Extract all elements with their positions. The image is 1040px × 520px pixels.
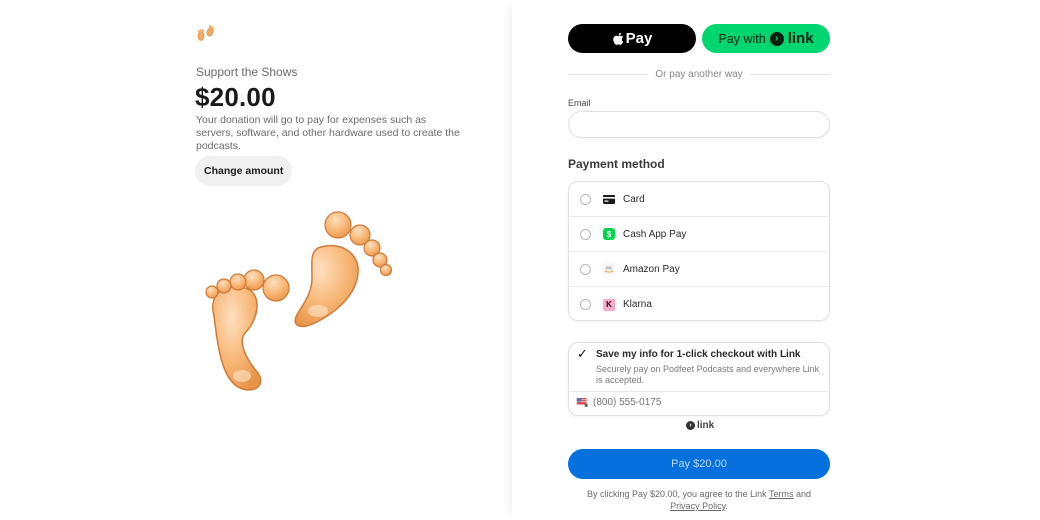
- radio-button[interactable]: [580, 193, 591, 205]
- privacy-policy-link[interactable]: Privacy Policy: [670, 501, 725, 511]
- express-checkout-row: Pay Pay with › link: [568, 24, 830, 53]
- payment-method-title: Payment method: [568, 157, 665, 171]
- apple-logo-icon: [612, 32, 623, 45]
- link-chevron-icon: ›: [769, 31, 784, 46]
- payment-option-label: Card: [623, 193, 645, 205]
- save-info-title: Save my info for 1-click checkout with L…: [596, 349, 801, 360]
- save-info-description: Securely pay on Podfeet Podcasts and eve…: [596, 364, 820, 385]
- save-info-row: ✓ Save my info for 1-click checkout with…: [577, 347, 801, 361]
- email-input[interactable]: [568, 111, 830, 138]
- svg-text:pay: pay: [606, 265, 614, 270]
- phone-input[interactable]: [593, 397, 793, 408]
- divider-line-left: [568, 74, 648, 75]
- pay-button[interactable]: Pay $20.00: [568, 449, 830, 479]
- radio-button[interactable]: [580, 299, 591, 310]
- link-footer-brand: link: [697, 420, 715, 431]
- cash-app-icon: $: [603, 228, 615, 240]
- pay-with-link-button[interactable]: Pay with › link: [702, 24, 830, 53]
- us-flag-icon[interactable]: [576, 398, 589, 407]
- product-price: $20.00: [195, 82, 276, 112]
- link-brand-label: link: [787, 30, 814, 47]
- link-footer-logo: › link: [686, 420, 714, 431]
- radio-button[interactable]: [580, 228, 591, 240]
- credit-card-icon: [603, 193, 615, 205]
- apple-pay-button[interactable]: Pay: [568, 24, 696, 53]
- save-info-checkbox[interactable]: ✓: [577, 347, 590, 361]
- apple-pay-label: Pay: [625, 30, 653, 47]
- payment-option-amazon-pay[interactable]: pay Amazon Pay: [569, 252, 829, 287]
- change-amount-button[interactable]: Change amount: [195, 156, 293, 186]
- phone-row: [576, 397, 793, 408]
- footprints-logo-icon: [197, 25, 215, 41]
- payment-option-label: Klarna: [623, 299, 652, 310]
- terms-text: By clicking Pay $20.00, you agree to the…: [568, 488, 830, 512]
- email-label: Email: [568, 98, 591, 108]
- or-divider: Or pay another way: [568, 69, 831, 80]
- product-name: Support the Shows: [196, 65, 298, 79]
- payment-option-klarna[interactable]: K Klarna: [569, 287, 829, 320]
- payment-option-label: Amazon Pay: [623, 263, 680, 275]
- link-save-box: ✓ Save my info for 1-click checkout with…: [568, 342, 830, 416]
- payment-option-label: Cash App Pay: [623, 228, 687, 240]
- link-pay-prefix: Pay with: [718, 31, 766, 46]
- link-chevron-icon: ›: [686, 421, 695, 430]
- payment-option-cash-app[interactable]: $ Cash App Pay: [569, 217, 829, 252]
- product-description: Your donation will go to pay for expense…: [196, 114, 460, 152]
- terms-prefix: By clicking Pay $20.00, you agree to the…: [587, 489, 769, 499]
- phone-divider: [569, 391, 829, 392]
- checkout-page: Support the Shows $20.00 Your donation w…: [0, 0, 1040, 520]
- divider-text: Or pay another way: [655, 69, 743, 80]
- terms-suffix: .: [725, 501, 728, 511]
- divider-line-right: [750, 74, 831, 75]
- product-summary-panel: Support the Shows $20.00 Your donation w…: [0, 0, 512, 520]
- footprints-illustration: [205, 211, 393, 391]
- klarna-icon: K: [603, 298, 615, 311]
- radio-button[interactable]: [580, 263, 591, 275]
- payment-method-list: Card $ Cash App Pay pay Amazon Pay K Kla…: [568, 181, 830, 321]
- terms-link[interactable]: Terms: [769, 489, 794, 499]
- amazon-pay-icon: pay: [603, 263, 615, 275]
- terms-middle: and: [793, 489, 811, 499]
- payment-option-card[interactable]: Card: [569, 182, 829, 217]
